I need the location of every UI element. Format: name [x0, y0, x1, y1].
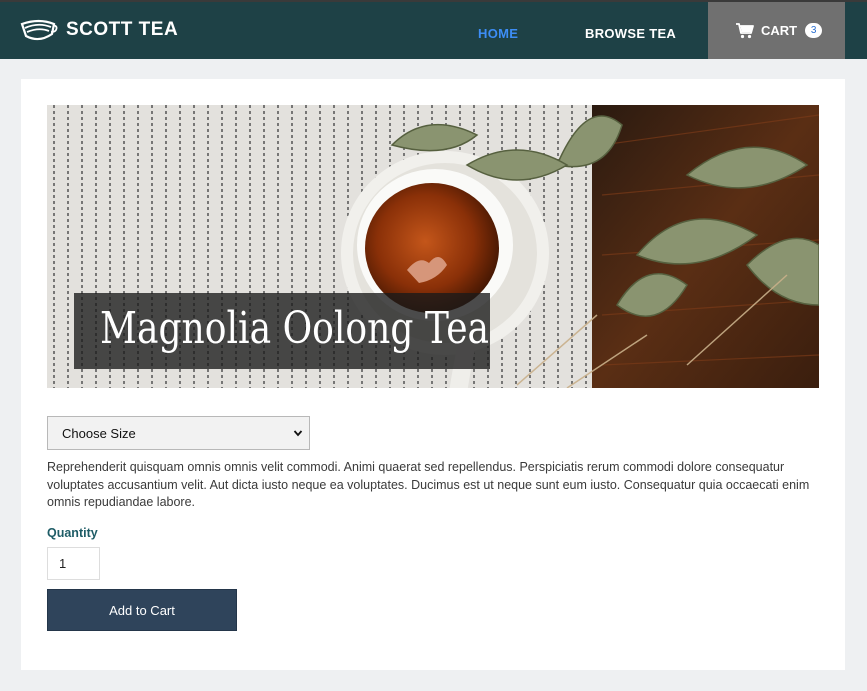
- quantity-input[interactable]: 1: [47, 547, 100, 580]
- cart-button[interactable]: CART 3: [708, 2, 845, 59]
- chevron-down-icon: [293, 430, 303, 437]
- size-select[interactable]: Choose Size: [47, 416, 310, 450]
- cart-label: CART: [761, 23, 798, 38]
- product-description: Reprehenderit quisquam omnis omnis velit…: [47, 460, 810, 509]
- nav-link-home[interactable]: HOME: [478, 26, 518, 41]
- top-navigation-bar: SCOTT TEA HOME BROWSE TEA CART 3: [0, 0, 867, 59]
- quantity-label: Quantity: [47, 526, 98, 540]
- shopping-cart-icon: [736, 22, 754, 38]
- product-title: Magnolia Oolong Tea: [100, 303, 490, 354]
- cart-count-badge: 3: [805, 23, 823, 38]
- hero-title-box: Magnolia Oolong Tea: [74, 293, 490, 369]
- brand-logo-link[interactable]: SCOTT TEA: [20, 16, 178, 44]
- add-to-cart-button[interactable]: Add to Cart: [47, 589, 237, 631]
- tea-cup-logo-icon: [20, 19, 58, 41]
- brand-name: SCOTT TEA: [66, 19, 179, 40]
- product-hero-image: Magnolia Oolong Tea: [47, 105, 819, 388]
- nav-link-browse-tea[interactable]: BROWSE TEA: [585, 26, 676, 41]
- size-select-value: Choose Size: [62, 425, 136, 441]
- product-card: Magnolia Oolong Tea Choose Size Reprehen…: [21, 79, 845, 670]
